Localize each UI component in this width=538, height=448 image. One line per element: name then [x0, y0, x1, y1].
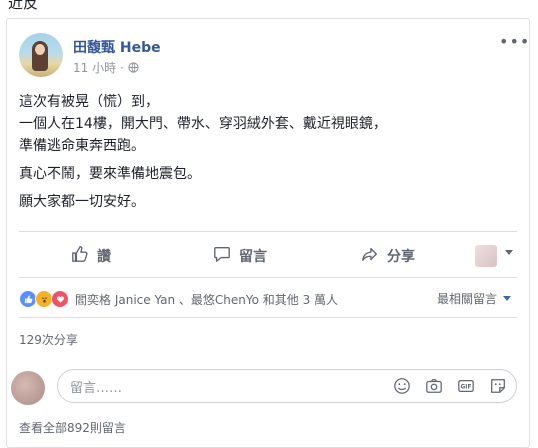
shares-count[interactable]: 129次分享: [19, 331, 78, 348]
share-button[interactable]: 分享: [361, 239, 415, 273]
comment-sort-dropdown[interactable]: 最相關留言: [437, 290, 511, 307]
chevron-down-icon: [503, 296, 511, 301]
divider: [19, 277, 517, 278]
gif-icon[interactable]: GIF: [456, 376, 476, 396]
comment-input-tools: GIF: [392, 376, 508, 396]
post-timestamp[interactable]: 11 小時: [73, 59, 116, 76]
comment-bubble-icon: [213, 245, 231, 267]
reactions-summary[interactable]: 閻奕格 Janice Yan 、最悠ChenYo 和其他 3 萬人 最相關留言: [19, 289, 517, 309]
love-reaction-icon: [51, 290, 69, 308]
post-paragraph: 願大家都一切安好。: [19, 194, 145, 210]
post-body: 這次有被晃（慌）到， 一個人在14樓，開大門、帶水、穿羽絨外套、戴近視眼鏡， 準…: [19, 91, 499, 219]
comment-button[interactable]: 留言: [213, 239, 267, 273]
post-paragraph: 真心不鬧，要來準備地震包。: [19, 166, 201, 182]
globe-icon[interactable]: [128, 62, 139, 73]
view-all-comments-link[interactable]: 查看全部892則留言: [19, 419, 126, 436]
sticker-icon[interactable]: [488, 376, 508, 396]
post-card: 田馥甄 Hebe 11 小時 · ••• 這次有被晃（慌）到， 一個人在14樓，…: [6, 18, 530, 448]
post-actions: 讚 留言 分享: [19, 239, 517, 273]
current-user-avatar[interactable]: [11, 371, 45, 405]
author-name[interactable]: 田馥甄 Hebe: [73, 37, 161, 57]
emoji-icon[interactable]: [392, 376, 412, 396]
more-options-icon[interactable]: •••: [499, 34, 529, 50]
page-header-fragment: 近反: [8, 0, 39, 12]
comment-placeholder: 留言……: [70, 380, 123, 396]
share-label: 分享: [387, 249, 415, 265]
like-label: 讚: [97, 249, 111, 265]
comment-label: 留言: [239, 249, 267, 265]
sort-label: 最相關留言: [436, 292, 497, 306]
post-header: 田馥甄 Hebe 11 小時 · •••: [19, 33, 529, 81]
thumbs-up-icon: [71, 245, 89, 267]
like-button[interactable]: 讚: [71, 239, 111, 273]
share-arrow-icon: [361, 245, 379, 267]
author-avatar[interactable]: [19, 33, 63, 77]
meta-separator: ·: [120, 60, 124, 75]
post-meta: 11 小時 ·: [73, 59, 139, 76]
svg-text:GIF: GIF: [461, 385, 472, 391]
camera-icon[interactable]: [424, 376, 444, 396]
comment-input[interactable]: 留言…… GIF: [57, 369, 517, 403]
reaction-names[interactable]: 閻奕格 Janice Yan 、最悠ChenYo 和其他 3 萬人: [75, 291, 338, 308]
post-paragraph: 這次有被晃（慌）到， 一個人在14樓，開大門、帶水、穿羽絨外套、戴近視眼鏡， 準…: [19, 94, 387, 154]
share-as-avatar[interactable]: [475, 245, 497, 267]
divider: [19, 317, 517, 318]
comment-composer: 留言…… GIF: [11, 369, 517, 405]
divider: [19, 231, 517, 232]
chevron-down-icon[interactable]: [505, 250, 513, 255]
